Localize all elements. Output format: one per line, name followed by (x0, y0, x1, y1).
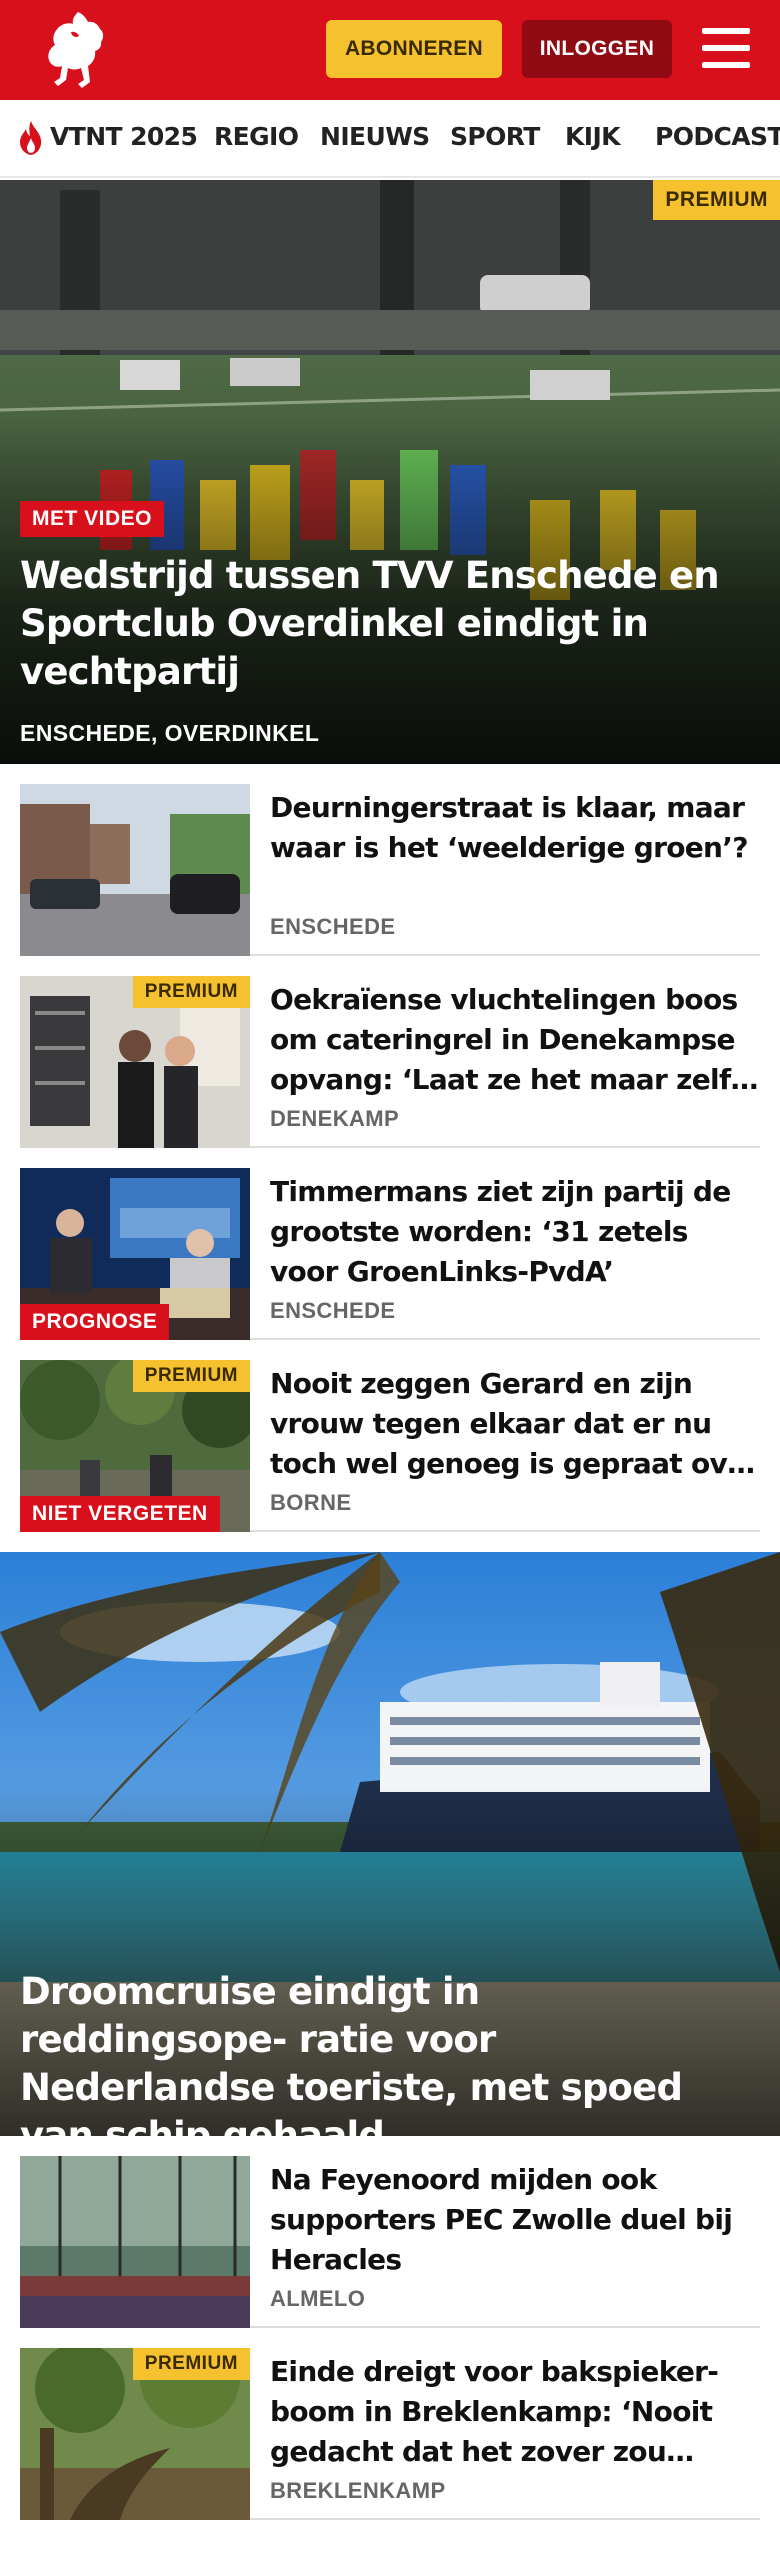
hero-article-football[interactable]: PREMIUM MET VIDEO Wedstrijd tussen TVV E… (0, 180, 780, 764)
hero-title[interactable]: Droomcruise eindigt in reddingsope- rati… (20, 1968, 740, 2136)
article-location: DENEKAMP (270, 1106, 400, 1131)
video-badge: MET VIDEO (20, 501, 165, 537)
article-thumbnail: PROGNOSE (20, 1168, 250, 1340)
subscribe-button[interactable]: ABONNEREN (326, 20, 502, 78)
nav-item-regio[interactable]: REGIO (214, 122, 299, 151)
nav-item-kijk[interactable]: KIJK (565, 122, 621, 151)
article-title[interactable]: Oekraïense vluchtelingen boos om caterin… (270, 980, 760, 1100)
article-thumbnail: PREMIUM (20, 2348, 250, 2520)
article-location: ENSCHEDE (270, 1298, 396, 1323)
article-thumbnail: PREMIUM NIET VERGETEN (20, 1360, 250, 1532)
article-thumbnail (20, 784, 250, 956)
article-location: ALMELO (270, 2286, 366, 2311)
article-location: ENSCHEDE (270, 914, 396, 939)
premium-badge: PREMIUM (132, 2348, 250, 2380)
twente-horse-logo-icon[interactable] (38, 8, 108, 92)
list-item[interactable]: PREMIUM Oekraïense vluchtelingen boos om… (20, 956, 760, 1148)
nav-item-sport[interactable]: SPORT (450, 122, 540, 151)
list-item[interactable]: PREMIUM Einde dreigt voor bakspieker- bo… (20, 2328, 760, 2520)
list-item[interactable]: Deurningerstraat is klaar, maar waar is … (20, 764, 760, 956)
niet-vergeten-badge: NIET VERGETEN (20, 1496, 220, 1532)
site-header: ABONNEREN INLOGGEN (0, 0, 780, 100)
nav-item-vtnt-2025[interactable]: VTNT 2025 (50, 122, 198, 151)
flame-icon (16, 120, 46, 156)
article-location: BREKLENKAMP (270, 2478, 446, 2503)
list-item[interactable]: Na Feyenoord mijden ook supporters PEC Z… (20, 2136, 760, 2328)
premium-badge: PREMIUM (132, 1360, 250, 1392)
article-location: BORNE (270, 1490, 352, 1515)
hero-article-cruise[interactable]: Droomcruise eindigt in reddingsope- rati… (0, 1552, 780, 2136)
premium-badge: PREMIUM (653, 180, 780, 220)
list-item[interactable]: PROGNOSE Timmermans ziet zijn partij de … (20, 1148, 760, 1340)
list-item[interactable]: PREMIUM NIET VERGETEN Nooit zeggen Gerar… (20, 1340, 760, 1532)
nav-item-podcast[interactable]: PODCAST (655, 122, 780, 151)
premium-badge: PREMIUM (132, 976, 250, 1008)
article-title[interactable]: Na Feyenoord mijden ook supporters PEC Z… (270, 2160, 760, 2280)
hero-location: ENSCHEDE, OVERDINKEL (20, 720, 320, 746)
hero-title[interactable]: Wedstrijd tussen TVV Enschede en Sportcl… (20, 552, 740, 696)
article-thumbnail (20, 2156, 250, 2328)
article-title[interactable]: Einde dreigt voor bakspieker- boom in Br… (270, 2352, 760, 2472)
hamburger-menu-icon[interactable] (700, 24, 752, 72)
article-title[interactable]: Deurningerstraat is klaar, maar waar is … (270, 788, 760, 868)
article-title[interactable]: Timmermans ziet zijn partij de grootste … (270, 1172, 760, 1292)
login-button[interactable]: INLOGGEN (522, 20, 672, 78)
nav-item-nieuws[interactable]: NIEUWS (320, 122, 430, 151)
article-thumbnail: PREMIUM (20, 976, 250, 1148)
main-nav: VTNT 2025 REGIO NIEUWS SPORT KIJK PODCAS… (0, 100, 780, 178)
prognose-badge: PROGNOSE (20, 1304, 170, 1340)
article-title[interactable]: Nooit zeggen Gerard en zijn vrouw tegen … (270, 1364, 760, 1484)
